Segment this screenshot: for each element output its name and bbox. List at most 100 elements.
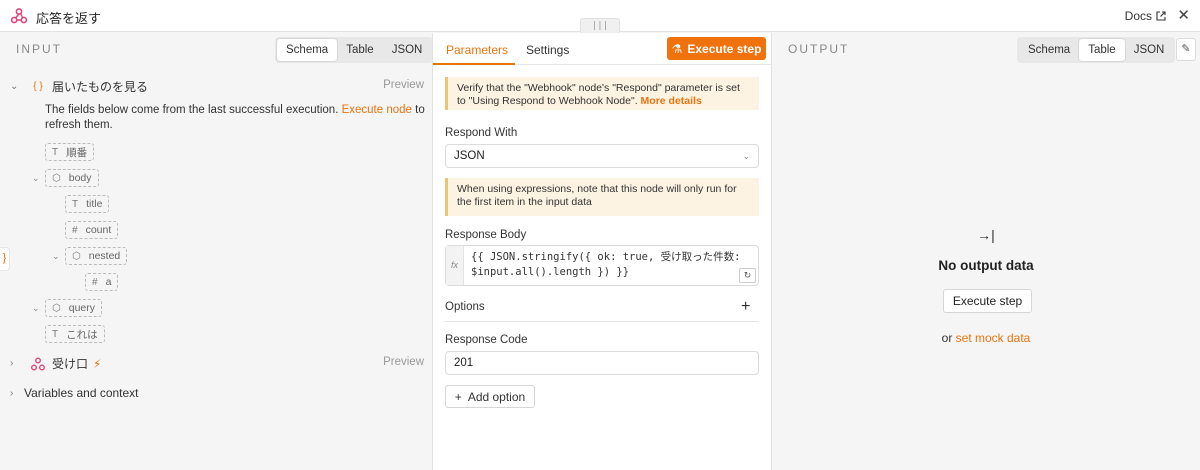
chevron-down-icon[interactable]: ⌄: [10, 81, 22, 92]
output-tab-json[interactable]: JSON: [1125, 39, 1174, 61]
object-type-icon: ⬡: [72, 250, 81, 262]
close-icon[interactable]: ✕: [1177, 6, 1190, 24]
chevron-right-icon[interactable]: ›: [10, 358, 22, 369]
notice-text: When using expressions, note that this n…: [457, 183, 737, 208]
docs-label: Docs: [1124, 9, 1152, 23]
chevron-down-icon: ⌄: [742, 151, 750, 161]
field-name: count: [85, 224, 112, 236]
chevron-down-icon[interactable]: ⌄: [52, 251, 60, 262]
output-tab-schema[interactable]: Schema: [1019, 39, 1079, 61]
field-name: a: [105, 276, 112, 288]
tab-parameters[interactable]: Parameters: [446, 43, 508, 57]
pencil-icon[interactable]: ✎: [1176, 38, 1196, 61]
output-panel: OUTPUT Schema Table JSON ✎ →| No output …: [772, 33, 1200, 470]
mock-prefix: or: [941, 331, 956, 345]
response-code-input[interactable]: 201: [445, 351, 759, 375]
input-node-row[interactable]: ⌄ { } 届いたものを見る: [10, 78, 148, 95]
schema-field[interactable]: T これは: [45, 325, 105, 343]
text-type-icon: T: [52, 328, 59, 340]
input-tab-schema[interactable]: Schema: [277, 39, 338, 61]
input-panel: INPUT Schema Table JSON ⌄ { } 届いたものを見る P…: [0, 33, 434, 470]
field-name: body: [68, 172, 92, 184]
schema-field[interactable]: ⬡ nested: [65, 247, 128, 265]
field-name: nested: [88, 250, 121, 262]
add-option-button[interactable]: + Add option: [445, 385, 535, 408]
panel-drag-handle[interactable]: |||: [580, 18, 620, 34]
output-execute-step-button[interactable]: Execute step: [943, 289, 1032, 313]
response-code-label: Response Code: [445, 334, 528, 346]
active-tab-underline: [433, 63, 515, 65]
variables-context-row[interactable]: › Variables and context: [10, 386, 139, 400]
no-output-title: No output data: [938, 258, 1034, 273]
set-mock-data-link[interactable]: set mock data: [956, 331, 1031, 345]
schema-field[interactable]: # count: [65, 221, 119, 239]
respond-with-select[interactable]: JSON ⌄: [445, 144, 759, 168]
input-tab-json[interactable]: JSON: [383, 39, 432, 61]
chevron-down-icon[interactable]: ⌄: [32, 303, 40, 314]
output-tab-table[interactable]: Table: [1079, 39, 1125, 61]
schema-field[interactable]: ⬡ body: [45, 169, 99, 187]
schema-field[interactable]: ⬡ query: [45, 299, 102, 317]
output-view-switch: Schema Table JSON: [1017, 37, 1176, 63]
respond-with-label: Respond With: [445, 127, 518, 139]
expand-editor-icon[interactable]: ↻: [739, 268, 756, 283]
output-empty-icon: →|: [977, 227, 995, 243]
preview-link[interactable]: Preview: [383, 356, 424, 368]
schema-field[interactable]: Ttitle: [65, 195, 110, 213]
field-name: query: [68, 302, 95, 314]
chevron-down-icon[interactable]: ⌄: [32, 173, 40, 184]
schema-field[interactable]: # a: [85, 273, 119, 291]
tab-settings[interactable]: Settings: [526, 43, 569, 57]
field-name: 順番: [66, 146, 88, 159]
text-type-icon: T: [52, 146, 59, 158]
expression-brace-icon[interactable]: }: [0, 247, 10, 271]
preview-link[interactable]: Preview: [383, 79, 424, 91]
schema-help-text: The fields below come from the last succ…: [45, 103, 427, 133]
flask-icon: ⚗: [671, 41, 683, 56]
object-type-icon: ⬡: [52, 302, 61, 314]
docs-link[interactable]: Docs: [1125, 9, 1166, 23]
execute-node-link[interactable]: Execute node: [342, 104, 412, 116]
fx-icon: fx: [446, 246, 464, 285]
execute-step-button[interactable]: ⚗ Execute step: [667, 37, 766, 60]
input-node-name: 受け口: [52, 357, 89, 371]
response-body-label: Response Body: [445, 229, 527, 241]
field-name: これは: [66, 328, 98, 341]
schema-field[interactable]: T 順番: [45, 143, 95, 161]
mock-data-line: or set mock data: [772, 331, 1200, 345]
webhook-notice: Verify that the "Webhook" node's "Respon…: [445, 77, 759, 110]
add-option-label: Add option: [467, 389, 526, 404]
execute-step-label: Execute step: [687, 41, 762, 56]
parameters-panel: Parameters Settings ⚗ Execute step Verif…: [432, 33, 773, 470]
webhook-icon: [31, 357, 45, 370]
node-title[interactable]: 応答を返す: [36, 8, 101, 27]
webhook-logo-icon: [10, 8, 28, 24]
respond-with-value: JSON: [454, 150, 485, 162]
plus-icon: +: [454, 389, 462, 404]
divider: [445, 321, 759, 322]
response-body-editor[interactable]: fx {{ JSON.stringify({ ok: true, 受け取った件数…: [445, 245, 759, 286]
input-view-switch: Schema Table JSON: [275, 37, 434, 63]
trigger-bolt-icon: ⚡: [93, 356, 102, 371]
chevron-right-icon[interactable]: ›: [10, 388, 22, 399]
external-link-icon: [1156, 11, 1166, 21]
response-body-code[interactable]: {{ JSON.stringify({ ok: true, 受け取った件数: $…: [471, 250, 756, 280]
help-text-1: The fields below come from the last succ…: [45, 104, 342, 116]
input-node-name: 届いたものを見る: [52, 80, 149, 94]
field-name: title: [86, 198, 103, 210]
number-type-icon: #: [92, 276, 98, 288]
text-type-icon: T: [72, 198, 79, 210]
object-type-icon: ⬡: [52, 172, 61, 184]
output-panel-label: OUTPUT: [788, 42, 850, 56]
input-panel-label: INPUT: [16, 42, 62, 56]
more-details-link[interactable]: More details: [641, 95, 702, 107]
input-node-row[interactable]: › 受け口 ⚡: [10, 355, 101, 372]
variables-context-label: Variables and context: [24, 386, 139, 400]
param-tabs: Parameters Settings ⚗ Execute step: [433, 33, 773, 65]
code-braces-icon: { }: [33, 81, 43, 92]
input-tab-table[interactable]: Table: [337, 39, 383, 61]
expressions-notice: When using expressions, note that this n…: [445, 178, 759, 216]
number-type-icon: #: [72, 224, 78, 236]
add-icon[interactable]: +: [741, 298, 750, 316]
options-label: Options: [445, 301, 485, 313]
